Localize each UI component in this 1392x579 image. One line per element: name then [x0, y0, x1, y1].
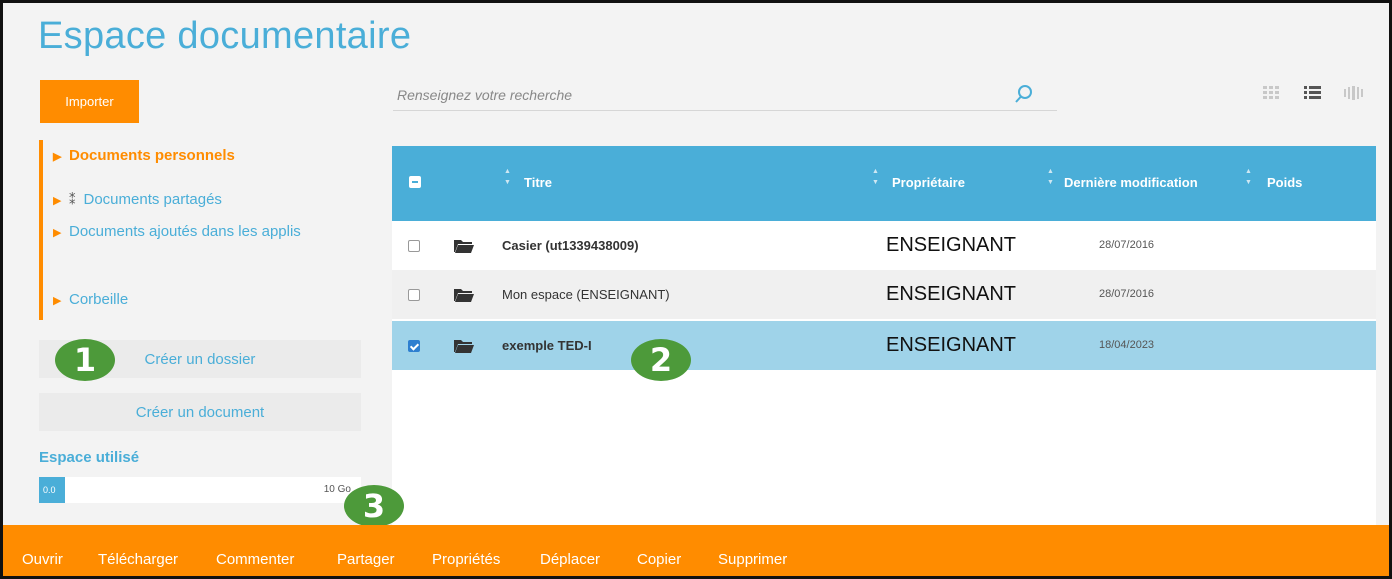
import-button[interactable]: Importer	[40, 80, 139, 123]
space-used-fill: 0.0	[39, 477, 65, 503]
share-action[interactable]: Partager	[337, 551, 395, 568]
caret-right-icon: ▶	[53, 295, 62, 307]
tree-item-documents-personnels[interactable]: ▶ Documents personnels	[53, 146, 235, 167]
search-icon[interactable]	[1013, 83, 1035, 105]
properties-action[interactable]: Propriétés	[432, 551, 500, 568]
row-modified: 18/04/2023	[1099, 339, 1155, 351]
app-window: Espace documentaire Importer ▶ Documents…	[0, 0, 1392, 579]
search-bar	[393, 79, 1057, 111]
row-owner: ENSEIGNANT	[886, 234, 1017, 256]
callout-badge-1: 1	[55, 339, 115, 381]
caret-right-icon: ▶	[53, 227, 62, 239]
row-checkbox[interactable]	[408, 340, 420, 352]
sort-icon[interactable]: ▲ ▼	[1047, 166, 1054, 188]
table-row-selected[interactable]: exemple TED-I ENSEIGNANT 18/04/2023	[392, 321, 1376, 370]
folder-icon	[454, 340, 474, 353]
view-mode-switcher	[1261, 85, 1365, 101]
download-action[interactable]: Télécharger	[98, 551, 178, 568]
tree-item-documents-partages[interactable]: ▶ ⁑ Documents partagés	[53, 190, 222, 211]
space-total: 10 Go	[323, 484, 351, 495]
open-action[interactable]: Ouvrir	[22, 551, 63, 568]
sort-icon[interactable]: ▲ ▼	[504, 166, 511, 188]
row-title[interactable]: Casier (ut1339438009)	[502, 238, 639, 253]
delete-action[interactable]: Supprimer	[718, 551, 787, 568]
share-icon: ⁑	[69, 192, 76, 207]
action-bar: Ouvrir Télécharger Commenter Partager Pr…	[3, 525, 1389, 576]
folder-icon	[454, 240, 474, 253]
column-modified[interactable]: Dernière modification	[1064, 175, 1198, 190]
row-modified: 28/07/2016	[1099, 239, 1155, 251]
create-document-button[interactable]: Créer un document	[39, 393, 361, 431]
select-all-checkbox[interactable]	[409, 176, 421, 188]
row-modified: 28/07/2016	[1099, 288, 1155, 300]
copy-action[interactable]: Copier	[637, 551, 681, 568]
tree-item-label: Corbeille	[69, 291, 129, 308]
space-used-value: 0.0	[43, 485, 56, 495]
caret-right-icon: ▶	[53, 151, 62, 163]
space-used-label: Espace utilisé	[39, 449, 140, 466]
callout-badge-2: 2	[631, 339, 691, 381]
documents-table: ▲ ▼ Titre ▲ ▼ Propriétaire ▲ ▼ Dernière mod…	[392, 146, 1376, 525]
comment-action[interactable]: Commenter	[216, 551, 294, 568]
row-title[interactable]: Mon espace (ENSEIGNANT)	[502, 287, 670, 302]
tree-item-documents-applis[interactable]: ▶ Documents ajoutés dans les applis	[53, 222, 303, 243]
tree-item-label: Documents personnels	[69, 147, 235, 164]
callout-badge-3: 3	[344, 485, 404, 527]
column-title[interactable]: Titre	[524, 175, 552, 190]
grid-view-icon[interactable]	[1261, 85, 1285, 101]
caret-right-icon: ▶	[53, 195, 62, 207]
space-used-bar: 0.0 10 Go	[39, 477, 361, 503]
column-owner[interactable]: Propriétaire	[892, 175, 965, 190]
sort-icon[interactable]: ▲ ▼	[872, 166, 879, 188]
row-checkbox[interactable]	[408, 289, 420, 301]
tree-item-corbeille[interactable]: ▶ Corbeille	[53, 290, 128, 311]
table-header: ▲ ▼ Titre ▲ ▼ Propriétaire ▲ ▼ Dernière mod…	[392, 146, 1376, 221]
folder-tree: ▶ Documents personnels ▶ ⁑ Documents par…	[39, 140, 359, 320]
column-size[interactable]: Poids	[1267, 175, 1302, 190]
carousel-view-icon[interactable]	[1341, 85, 1365, 101]
folder-icon	[454, 289, 474, 302]
row-title[interactable]: exemple TED-I	[502, 338, 592, 353]
sort-icon[interactable]: ▲ ▼	[1245, 166, 1252, 188]
table-row[interactable]: Mon espace (ENSEIGNANT) ENSEIGNANT 28/07…	[392, 270, 1376, 319]
page-title: Espace documentaire	[38, 15, 412, 57]
row-owner: ENSEIGNANT	[886, 283, 1017, 305]
row-owner: ENSEIGNANT	[886, 334, 1017, 356]
move-action[interactable]: Déplacer	[540, 551, 600, 568]
table-row[interactable]: Casier (ut1339438009) ENSEIGNANT 28/07/2…	[392, 221, 1376, 270]
search-input[interactable]	[397, 83, 997, 107]
list-view-icon[interactable]	[1301, 85, 1325, 101]
tree-item-label: Documents partagés	[83, 191, 222, 208]
tree-item-label: Documents ajoutés dans les applis	[69, 223, 301, 240]
row-checkbox[interactable]	[408, 240, 420, 252]
